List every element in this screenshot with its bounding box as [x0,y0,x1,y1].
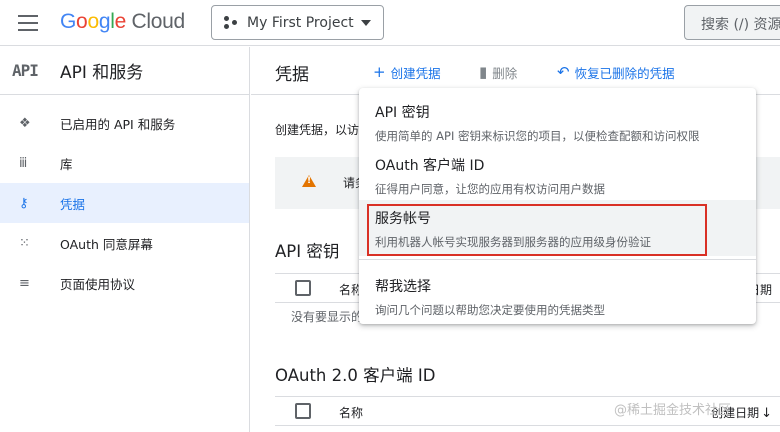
library-grid-icon: ⅲ [19,155,28,171]
create-credentials-button[interactable]: + 创建凭据 [373,63,441,82]
select-all-checkbox[interactable] [295,403,311,419]
settings-list-icon: ≡ [19,275,30,291]
watermark: @稀土掘金技术社区 [614,403,732,418]
caret-down-icon [361,20,371,26]
sidebar-title: API 和服务 [60,63,144,83]
red-highlight-box [367,204,707,256]
key-icon: ⚷ [19,195,29,211]
project-dots-icon [224,15,238,30]
menu-item-api-key[interactable]: API 密钥 使用简单的 API 密钥来标识您的项目，以便检查配额和访问权限 [359,102,756,144]
page-title: 凭据 [275,65,309,85]
sidebar-item-label: 库 [60,156,73,172]
sidebar-item-enabled-apis[interactable]: ❖ 已启用的 API 和服务 [0,103,249,143]
trash-icon: ▮ [479,63,488,81]
delete-button[interactable]: ▮ 删除 [479,63,517,82]
sort-arrow-icon: ↓ [761,406,772,421]
warning-icon [302,175,316,187]
api-logo: API [12,61,39,80]
column-name[interactable]: 名称 [339,404,363,421]
menu-divider [359,259,756,260]
diamond-dots-icon: ❖ [19,115,31,131]
restore-deleted-button[interactable]: ↶ 恢复已删除的凭据 [557,63,675,82]
sidebar-header: API API 和服务 [0,47,249,95]
oauth-clients-title: OAuth 2.0 客户端 ID [275,366,436,385]
intro-text: 创建凭据，以访 [275,123,360,137]
undo-icon: ↶ [557,63,570,81]
dots-icon: ⁙ [19,235,30,251]
menu-icon[interactable] [18,15,38,31]
google-cloud-logo[interactable]: Google Cloud [60,10,185,34]
project-name: My First Project [247,14,354,31]
api-keys-title: API 密钥 [275,242,340,261]
sidebar-item-credentials[interactable]: ⚷ 凭据 [0,183,249,223]
top-app-bar: Google Cloud My First Project 搜索 (/) 资源 [0,0,780,46]
sidebar-item-label: 已启用的 API 和服务 [60,116,176,132]
sidebar: API API 和服务 ❖ 已启用的 API 和服务 ⅲ 库 ⚷ 凭据 ⁙ OA… [0,47,250,432]
menu-item-oauth-client[interactable]: OAuth 客户端 ID 征得用户同意，让您的应用有权访问用户数据 [359,155,756,197]
sidebar-item-library[interactable]: ⅲ 库 [0,143,249,183]
plus-icon: + [373,63,386,81]
select-all-checkbox[interactable] [295,280,311,296]
menu-item-help-me-choose[interactable]: 帮我选择 询问几个问题以帮助您决定要使用的凭据类型 [359,276,756,318]
sidebar-item-oauth-consent[interactable]: ⁙ OAuth 同意屏幕 [0,223,249,263]
sidebar-item-label: 凭据 [60,196,86,212]
sidebar-item-label: OAuth 同意屏幕 [60,236,153,252]
project-selector[interactable]: My First Project [211,5,384,40]
empty-table-message: 没有要显示的 [291,310,364,324]
sidebar-item-label: 页面使用协议 [60,276,136,292]
sidebar-item-page-usage[interactable]: ≡ 页面使用协议 [0,263,249,303]
search-input[interactable]: 搜索 (/) 资源 [684,5,780,40]
sidebar-nav: ❖ 已启用的 API 和服务 ⅲ 库 ⚷ 凭据 ⁙ OAuth 同意屏幕 ≡ 页… [0,95,249,303]
